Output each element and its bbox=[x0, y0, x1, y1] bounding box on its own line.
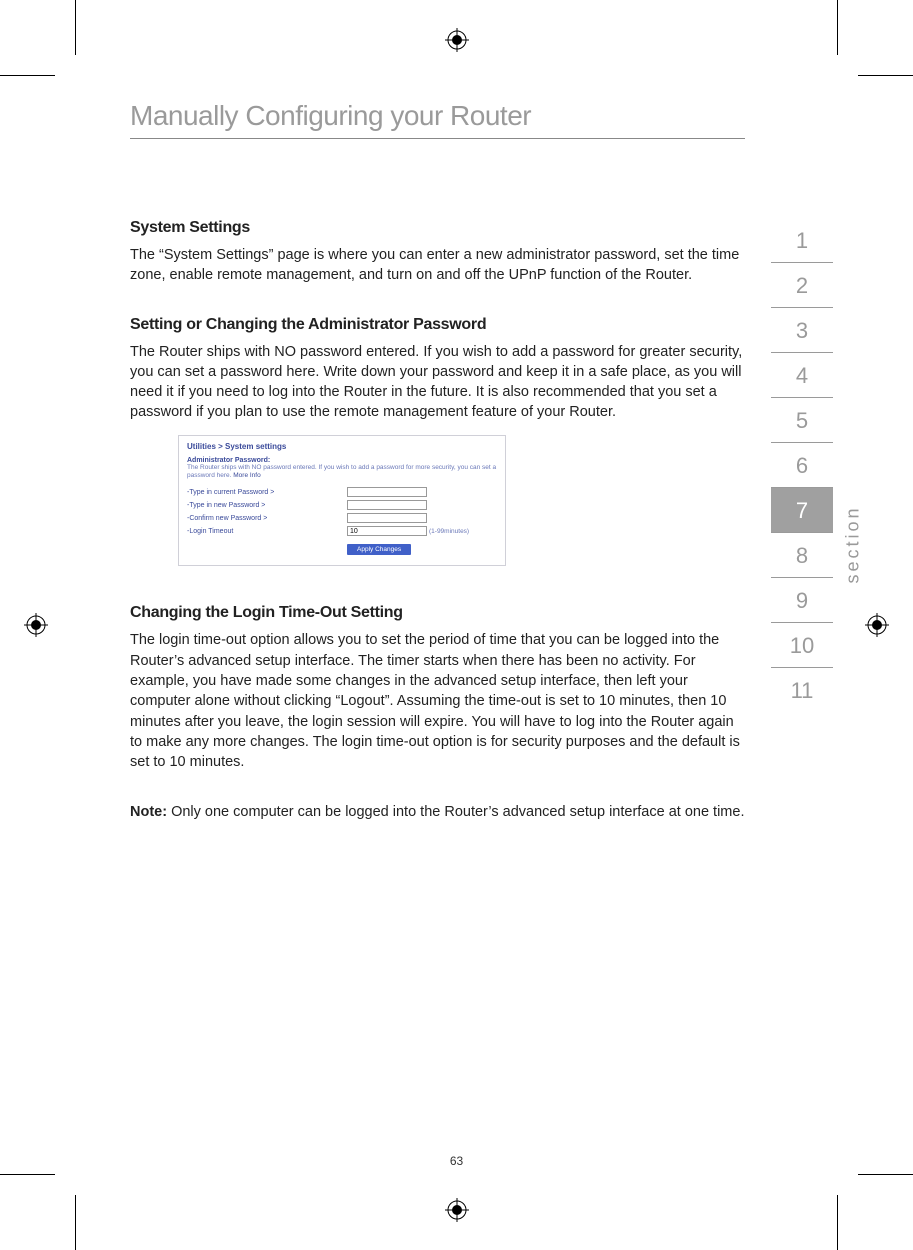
crop-mark bbox=[0, 1174, 55, 1175]
input-login-timeout[interactable] bbox=[347, 526, 427, 536]
label-new-password: -Type in new Password > bbox=[187, 502, 347, 509]
crop-mark bbox=[858, 75, 913, 76]
crop-mark bbox=[837, 1195, 838, 1250]
row-login-timeout: -Login Timeout (1-99minutes) bbox=[187, 526, 497, 536]
registration-mark-icon bbox=[24, 613, 48, 637]
label-confirm-password: -Confirm new Password > bbox=[187, 515, 347, 522]
registration-mark-icon bbox=[445, 1198, 469, 1222]
section-tab-6[interactable]: 6 bbox=[771, 443, 833, 488]
page-content: Manually Configuring your Router System … bbox=[130, 100, 745, 853]
input-current-password[interactable] bbox=[347, 487, 427, 497]
body-login-timeout: The login time-out option allows you to … bbox=[130, 630, 745, 772]
embedded-screenshot: Utilities > System settings Administrato… bbox=[178, 435, 506, 567]
crop-mark bbox=[858, 1174, 913, 1175]
screenshot-subheading: Administrator Password: bbox=[187, 457, 497, 464]
registration-mark-icon bbox=[445, 28, 469, 52]
section-nav: 1 2 3 4 5 6 7 8 9 10 11 bbox=[771, 218, 833, 712]
button-row: Apply Changes bbox=[187, 544, 497, 555]
body-admin-password: The Router ships with NO password entere… bbox=[130, 342, 745, 423]
registration-mark-icon bbox=[865, 613, 889, 637]
section-tab-2[interactable]: 2 bbox=[771, 263, 833, 308]
hint-login-timeout: (1-99minutes) bbox=[429, 528, 469, 535]
screenshot-breadcrumb: Utilities > System settings bbox=[187, 442, 497, 451]
apply-changes-button[interactable]: Apply Changes bbox=[347, 544, 411, 555]
row-confirm-password: -Confirm new Password > bbox=[187, 513, 497, 523]
crop-mark bbox=[0, 75, 55, 76]
label-login-timeout: -Login Timeout bbox=[187, 528, 347, 535]
heading-admin-password: Setting or Changing the Administrator Pa… bbox=[130, 316, 745, 334]
label-current-password: -Type in current Password > bbox=[187, 489, 347, 496]
section-label: section bbox=[843, 506, 864, 584]
note-paragraph: Note: Only one computer can be logged in… bbox=[130, 802, 745, 822]
row-current-password: -Type in current Password > bbox=[187, 487, 497, 497]
section-tab-4[interactable]: 4 bbox=[771, 353, 833, 398]
chapter-title: Manually Configuring your Router bbox=[130, 100, 745, 139]
crop-mark bbox=[837, 0, 838, 55]
screenshot-desc: The Router ships with NO password entere… bbox=[187, 464, 497, 480]
row-new-password: -Type in new Password > bbox=[187, 500, 497, 510]
section-tab-11[interactable]: 11 bbox=[771, 668, 833, 712]
section-tab-7[interactable]: 7 bbox=[771, 488, 833, 533]
body-system-settings: The “System Settings” page is where you … bbox=[130, 245, 745, 286]
section-tab-9[interactable]: 9 bbox=[771, 578, 833, 623]
crop-mark bbox=[75, 0, 76, 55]
crop-mark bbox=[75, 1195, 76, 1250]
heading-login-timeout: Changing the Login Time-Out Setting bbox=[130, 604, 745, 622]
input-new-password[interactable] bbox=[347, 500, 427, 510]
section-tab-1[interactable]: 1 bbox=[771, 218, 833, 263]
page-number: 63 bbox=[450, 1154, 463, 1168]
section-tab-10[interactable]: 10 bbox=[771, 623, 833, 668]
note-body: Only one computer can be logged into the… bbox=[167, 804, 744, 820]
section-tab-3[interactable]: 3 bbox=[771, 308, 833, 353]
section-tab-8[interactable]: 8 bbox=[771, 533, 833, 578]
note-label: Note: bbox=[130, 804, 167, 820]
input-confirm-password[interactable] bbox=[347, 513, 427, 523]
section-tab-5[interactable]: 5 bbox=[771, 398, 833, 443]
heading-system-settings: System Settings bbox=[130, 219, 745, 237]
more-info-link[interactable]: More Info bbox=[233, 472, 260, 479]
